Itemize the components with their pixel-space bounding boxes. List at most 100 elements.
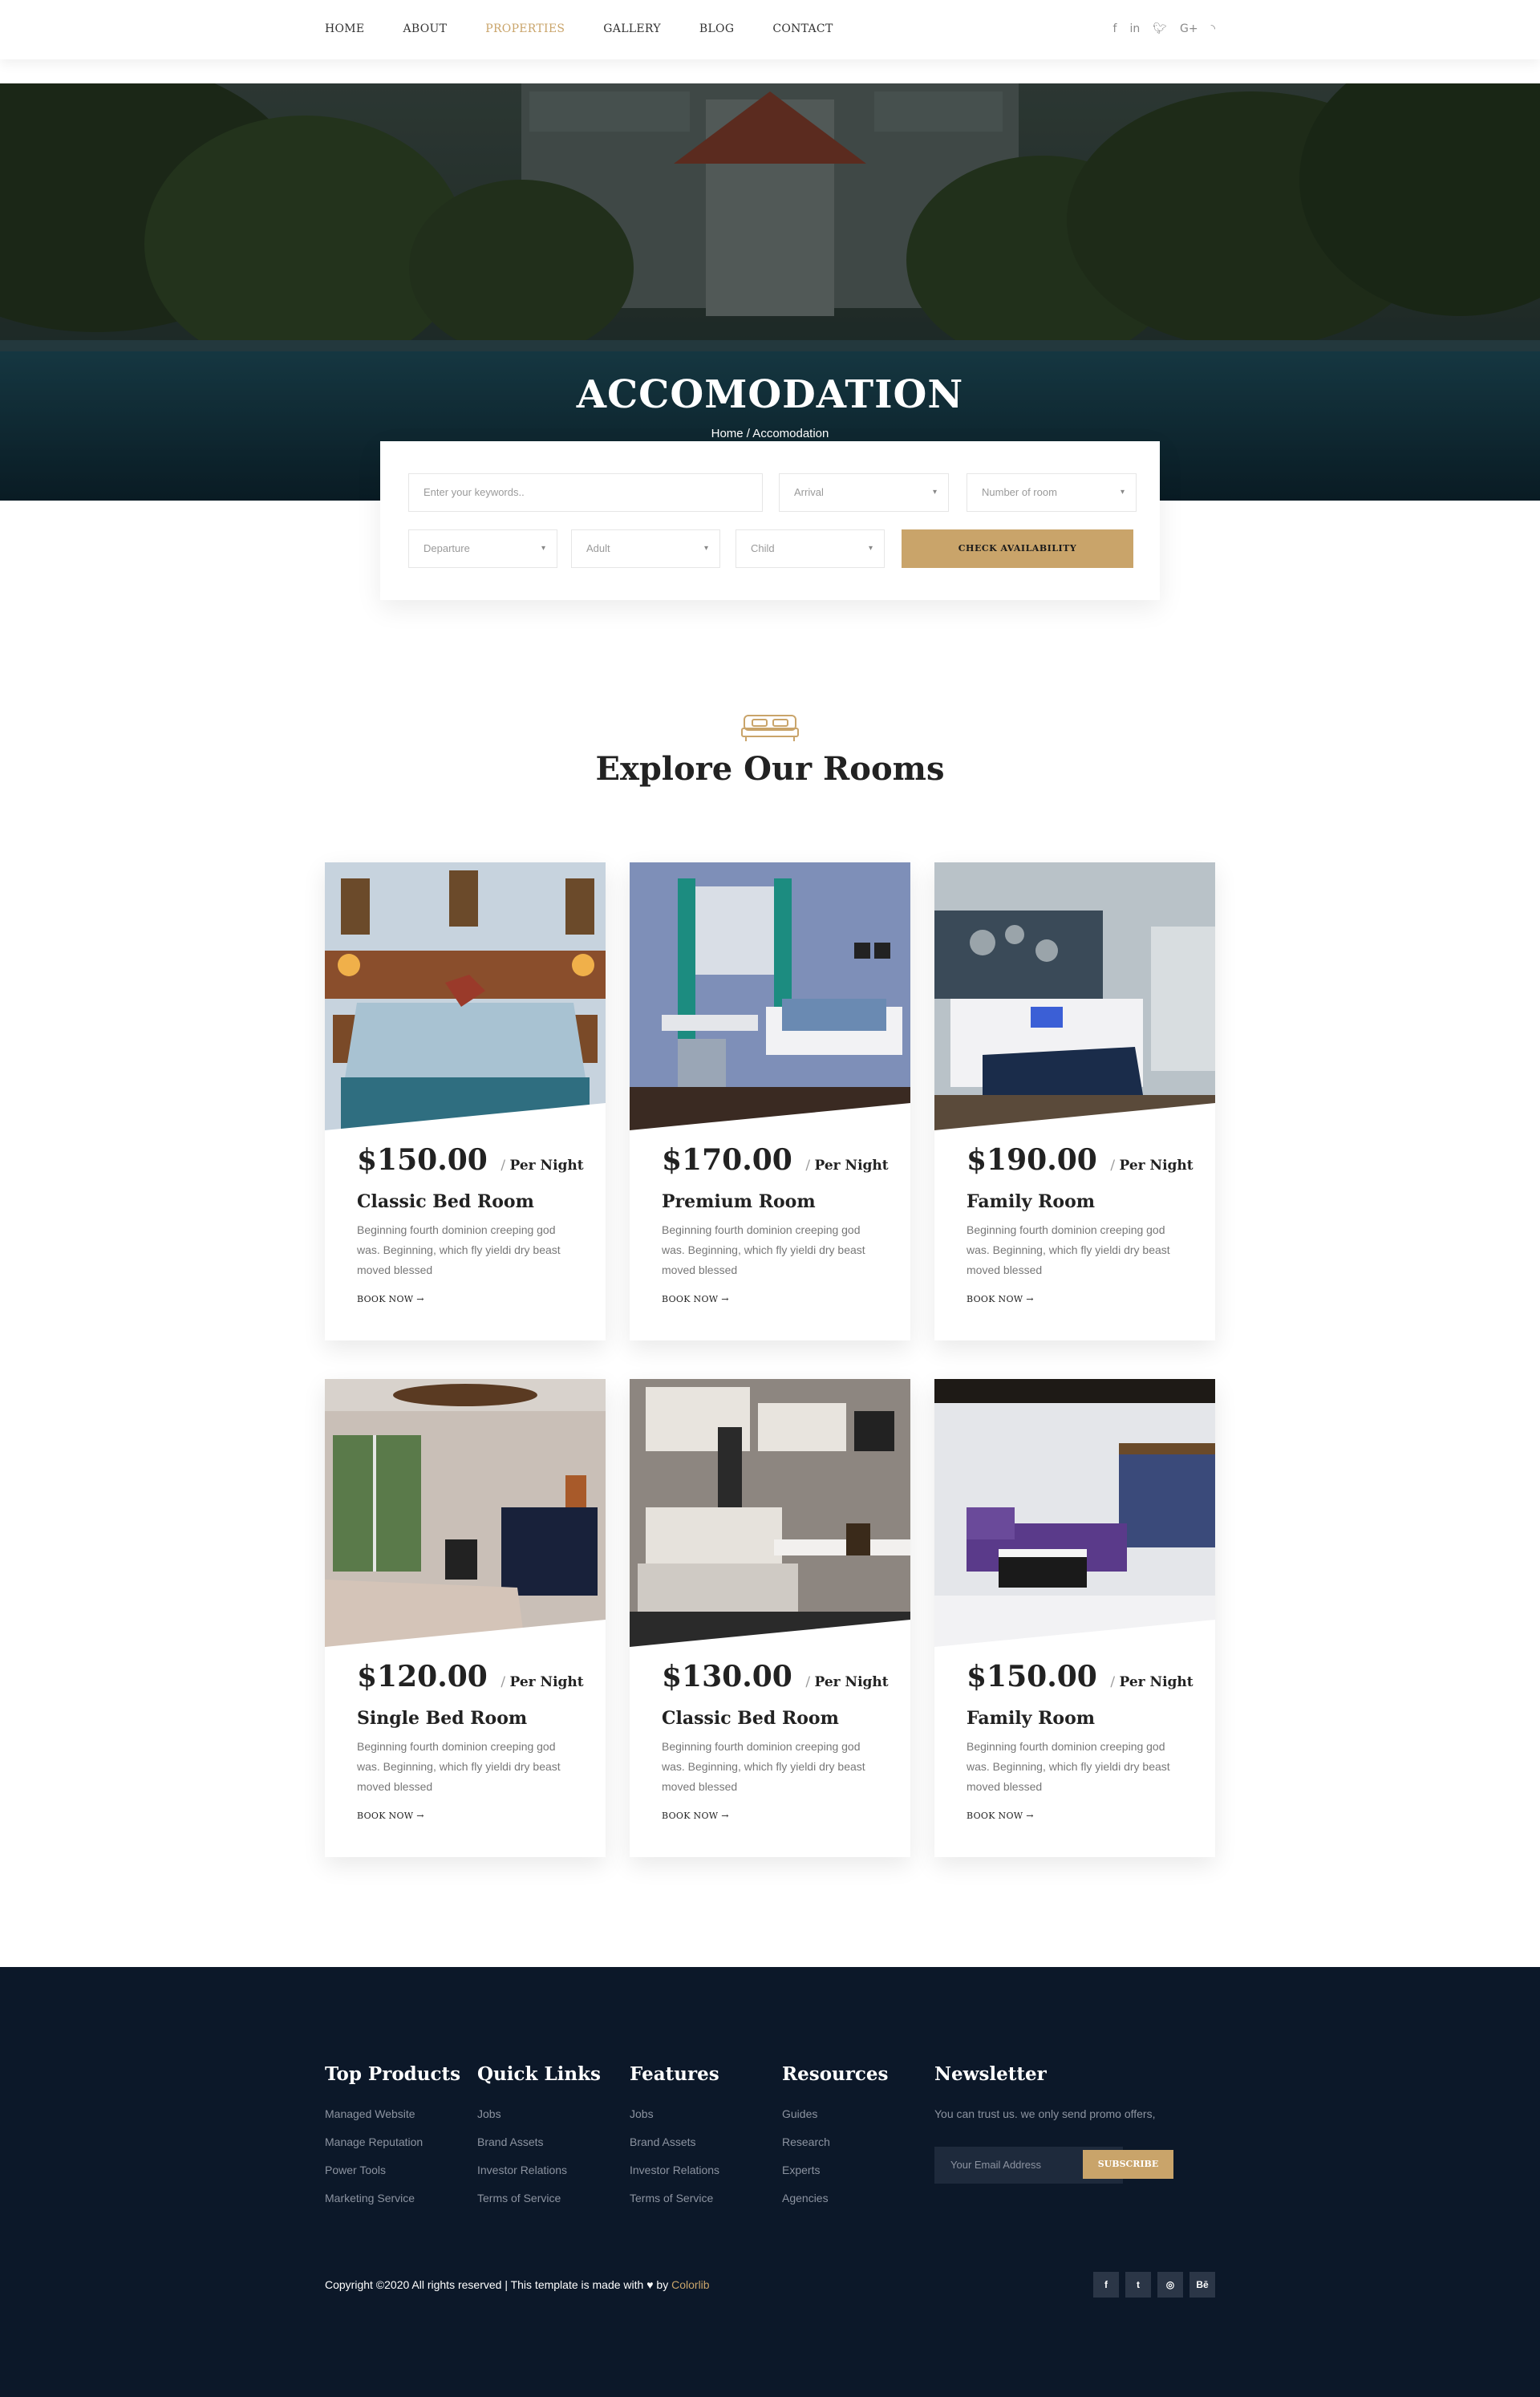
book-now-link[interactable]: BOOK NOW → — [967, 1294, 1034, 1304]
section-title: Explore Our Rooms — [595, 750, 945, 788]
room-price: $130.00 / Per Night — [662, 1660, 889, 1693]
footer-link[interactable]: Agencies — [782, 2192, 888, 2204]
per-night-label: Per Night — [509, 1158, 584, 1174]
room-image[interactable] — [934, 1379, 1215, 1647]
footer-link[interactable]: Research — [782, 2135, 888, 2148]
footer-link[interactable]: Investor Relations — [630, 2164, 719, 2176]
departure-label: Departure — [424, 542, 470, 554]
site-header: HOME ABOUT PROPERTIES GALLERY BLOG CONTA… — [0, 0, 1540, 59]
footer-link[interactable]: Guides — [782, 2107, 888, 2120]
footer-heading: Quick Links — [477, 2063, 601, 2085]
room-price: $170.00 / Per Night — [662, 1143, 889, 1177]
book-now-link[interactable]: BOOK NOW → — [662, 1294, 729, 1304]
breadcrumb[interactable]: Home / Accomodation — [0, 427, 1540, 440]
price-period: / Per Night — [500, 1158, 584, 1174]
footer-social: f t ◎ Bē — [1093, 2272, 1215, 2298]
facebook-icon[interactable]: f — [1113, 22, 1117, 35]
book-now-label: BOOK NOW — [967, 1811, 1023, 1821]
rooms-select[interactable]: Number of room ▾ — [967, 473, 1137, 512]
arrival-select[interactable]: Arrival ▾ — [779, 473, 949, 512]
room-name[interactable]: Premium Room — [662, 1191, 816, 1212]
main-nav: HOME ABOUT PROPERTIES GALLERY BLOG CONTA… — [325, 22, 872, 35]
per-night-label: Per Night — [509, 1674, 584, 1690]
price-amount: $150.00 — [967, 1660, 1097, 1693]
footer-link[interactable]: Experts — [782, 2164, 888, 2176]
room-image[interactable] — [630, 862, 910, 1130]
room-name[interactable]: Single Bed Room — [357, 1708, 527, 1729]
twitter-icon[interactable]: t — [1125, 2272, 1151, 2298]
room-price: $150.00 / Per Night — [967, 1660, 1194, 1693]
bed-icon — [741, 715, 799, 741]
behance-icon[interactable]: Bē — [1189, 2272, 1215, 2298]
room-description: Beginning fourth dominion creeping god w… — [357, 1223, 561, 1276]
check-availability-button[interactable]: CHECK AVAILABILITY — [902, 529, 1133, 568]
room-name[interactable]: Family Room — [967, 1191, 1095, 1212]
nav-blog[interactable]: BLOG — [699, 22, 734, 35]
keywords-input[interactable]: Enter your keywords.. — [408, 473, 763, 512]
chevron-down-icon: ▾ — [932, 488, 937, 497]
footer-heading: Features — [630, 2063, 719, 2085]
page-title: ACCOMODATION — [576, 372, 964, 417]
google-plus-icon[interactable]: G+ — [1180, 22, 1198, 35]
footer-heading: Newsletter — [934, 2063, 1047, 2085]
room-description: Beginning fourth dominion creeping god w… — [967, 1740, 1170, 1793]
facebook-icon[interactable]: f — [1093, 2272, 1119, 2298]
arrow-right-icon: → — [1026, 1294, 1034, 1304]
footer-resources: Resources Guides Research Experts Agenci… — [782, 2063, 888, 2220]
price-amount: $120.00 — [357, 1660, 488, 1693]
room-image[interactable] — [325, 1379, 606, 1647]
footer-link[interactable]: Terms of Service — [477, 2192, 601, 2204]
rss-icon[interactable]: ◝ — [1211, 22, 1215, 35]
footer-link[interactable]: Manage Reputation — [325, 2135, 460, 2148]
per-night-label: Per Night — [1119, 1158, 1194, 1174]
room-image[interactable] — [934, 862, 1215, 1130]
room-image[interactable] — [325, 862, 606, 1130]
child-label: Child — [751, 542, 775, 554]
child-select[interactable]: Child ▾ — [736, 529, 885, 568]
copyright-by: by — [656, 2278, 669, 2291]
subscribe-button[interactable]: SUBSCRIBE — [1083, 2150, 1173, 2179]
footer-link[interactable]: Terms of Service — [630, 2192, 719, 2204]
room-name[interactable]: Classic Bed Room — [357, 1191, 534, 1212]
footer-link[interactable]: Jobs — [477, 2107, 601, 2120]
hero-banner: ACCOMODATION Home / Accomodation — [0, 83, 1540, 501]
price-amount: $130.00 — [662, 1660, 792, 1693]
room-card: $190.00 / Per Night Family Room Beginnin… — [934, 862, 1215, 1340]
adult-select[interactable]: Adult ▾ — [571, 529, 720, 568]
chevron-down-icon: ▾ — [541, 544, 545, 553]
nav-properties[interactable]: PROPERTIES — [485, 22, 565, 35]
footer-link[interactable]: Brand Assets — [477, 2135, 601, 2148]
colorlib-link[interactable]: Colorlib — [671, 2278, 709, 2291]
footer-heading: Top Products — [325, 2063, 461, 2085]
nav-contact[interactable]: CONTACT — [772, 22, 833, 35]
departure-select[interactable]: Departure ▾ — [408, 529, 557, 568]
room-name[interactable]: Classic Bed Room — [662, 1708, 839, 1729]
linkedin-icon[interactable]: in — [1129, 22, 1140, 35]
room-image[interactable] — [630, 1379, 910, 1647]
book-now-link[interactable]: BOOK NOW → — [967, 1811, 1034, 1821]
price-period: / Per Night — [805, 1674, 889, 1690]
book-now-link[interactable]: BOOK NOW → — [357, 1294, 424, 1304]
header-social: f in 🐦︎ G+ ◝ — [1113, 22, 1216, 35]
nav-home[interactable]: HOME — [325, 22, 364, 35]
footer-link[interactable]: Jobs — [630, 2107, 719, 2120]
arrival-label: Arrival — [794, 486, 824, 498]
footer-link[interactable]: Marketing Service — [325, 2192, 460, 2204]
footer-link[interactable]: Managed Website — [325, 2107, 460, 2120]
footer-link[interactable]: Power Tools — [325, 2164, 460, 2176]
twitter-icon[interactable]: 🐦︎ — [1153, 22, 1167, 35]
footer-newsletter: Newsletter You can trust us. we only sen… — [934, 2063, 1191, 2224]
room-price: $120.00 / Per Night — [357, 1660, 584, 1693]
book-now-link[interactable]: BOOK NOW → — [357, 1811, 424, 1821]
dribbble-icon[interactable]: ◎ — [1157, 2272, 1183, 2298]
footer-link[interactable]: Investor Relations — [477, 2164, 601, 2176]
book-now-link[interactable]: BOOK NOW → — [662, 1811, 729, 1821]
price-period: / Per Night — [805, 1158, 889, 1174]
nav-about[interactable]: ABOUT — [403, 22, 447, 35]
footer-link[interactable]: Brand Assets — [630, 2135, 719, 2148]
book-now-label: BOOK NOW — [357, 1811, 414, 1821]
room-name[interactable]: Family Room — [967, 1708, 1095, 1729]
adult-label: Adult — [586, 542, 610, 554]
room-price: $150.00 / Per Night — [357, 1143, 584, 1177]
nav-gallery[interactable]: GALLERY — [603, 22, 661, 35]
